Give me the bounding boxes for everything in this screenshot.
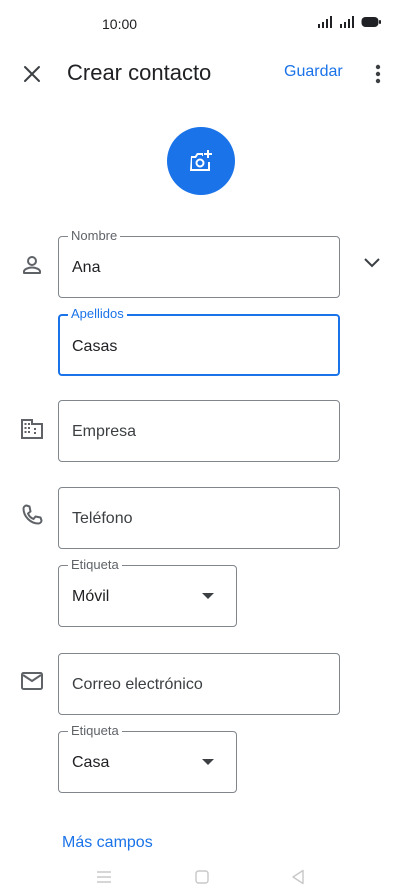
arrow-drop-down-icon: [202, 759, 214, 765]
close-icon: [24, 66, 40, 82]
email-label-caption: Etiqueta: [68, 723, 122, 739]
back-icon: [292, 869, 304, 885]
phone-icon: [19, 502, 45, 528]
email-field[interactable]: Correo electrónico: [58, 653, 340, 715]
email-label-value: Casa: [72, 754, 110, 771]
mail-icon: [19, 668, 45, 694]
signal-icon: [318, 16, 332, 28]
chevron-down-icon: [364, 258, 380, 268]
phone-label-value: Móvil: [72, 588, 110, 605]
business-icon: [19, 416, 45, 442]
email-placeholder: Correo electrónico: [72, 676, 203, 693]
person-icon: [19, 252, 45, 278]
company-placeholder: Empresa: [72, 423, 137, 440]
phone-label-select[interactable]: Etiqueta Móvil: [58, 557, 237, 627]
page-title: Crear contacto: [67, 60, 212, 85]
close-button[interactable]: [18, 60, 46, 88]
add-photo-icon: [190, 150, 212, 171]
more-fields-button[interactable]: Más campos: [62, 834, 153, 852]
menu-icon: [97, 871, 111, 883]
last-name-field[interactable]: Apellidos Casas: [58, 306, 340, 376]
more-options-button[interactable]: [368, 60, 388, 88]
phone-label-caption: Etiqueta: [68, 557, 122, 573]
first-name-value: Ana: [72, 259, 101, 276]
phone-placeholder: Teléfono: [72, 510, 133, 527]
signal-icon-2: [340, 16, 354, 28]
company-field[interactable]: Empresa: [58, 400, 340, 462]
nav-home-button[interactable]: [182, 858, 222, 896]
add-photo-button[interactable]: [167, 127, 235, 195]
home-icon: [195, 870, 209, 884]
navigation-bar: [0, 858, 403, 896]
more-vert-icon: [375, 64, 381, 84]
status-icons: [317, 16, 381, 28]
last-name-label: Apellidos: [68, 306, 127, 322]
phone-field[interactable]: Teléfono: [58, 487, 340, 549]
first-name-field[interactable]: Nombre Ana: [58, 228, 340, 298]
save-button[interactable]: Guardar: [284, 63, 343, 81]
status-time: 10:00: [102, 16, 138, 32]
arrow-drop-down-icon: [202, 593, 214, 599]
expand-name-button[interactable]: [358, 250, 386, 274]
nav-menu-button[interactable]: [84, 858, 124, 896]
last-name-value: Casas: [72, 338, 118, 355]
email-label-select[interactable]: Etiqueta Casa: [58, 723, 237, 793]
first-name-label: Nombre: [68, 228, 121, 244]
nav-back-button[interactable]: [278, 858, 318, 896]
battery-icon: [361, 17, 381, 27]
